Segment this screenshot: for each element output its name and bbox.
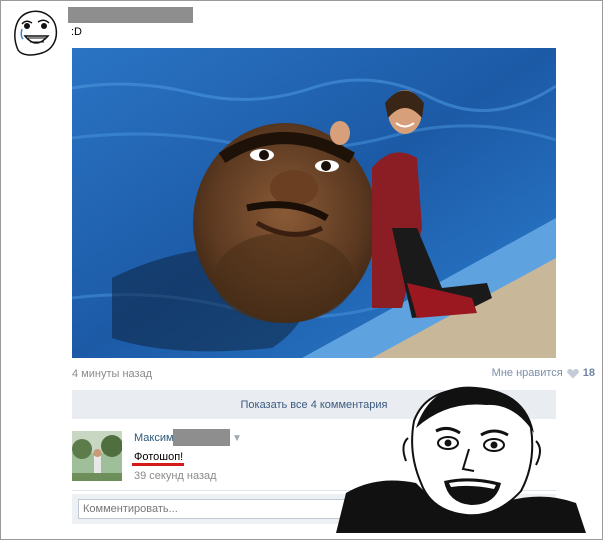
post-text: :D (71, 26, 82, 38)
commenter-photo-image (72, 431, 122, 481)
like-label[interactable]: Мне нравится (492, 367, 563, 379)
like-count: 18 (582, 367, 595, 379)
you-dont-say-meme-face (336, 383, 586, 533)
post-author-name-redacted[interactable] (68, 7, 193, 23)
comment-text: Фотошоп! (134, 451, 184, 463)
commenter-avatar[interactable] (72, 431, 122, 481)
rage-face-avatar-icon (14, 10, 58, 56)
meme-face-icon (336, 386, 586, 533)
comment-timestamp[interactable]: 39 секунд назад (134, 470, 217, 482)
post-timestamp[interactable]: 4 минуты назад (72, 368, 152, 380)
like-button[interactable]: Мне нравится 18 (492, 367, 595, 379)
chevron-down-icon[interactable]: ▼ (232, 433, 242, 444)
post-photo[interactable] (72, 48, 556, 358)
heart-icon[interactable] (566, 368, 579, 379)
red-underline-annotation (132, 463, 184, 466)
post-author-avatar[interactable] (8, 6, 62, 56)
comment-author-link[interactable]: Максим (134, 432, 174, 444)
pool-photo-image (72, 48, 556, 358)
comment-author-surname-redacted[interactable] (173, 429, 230, 446)
